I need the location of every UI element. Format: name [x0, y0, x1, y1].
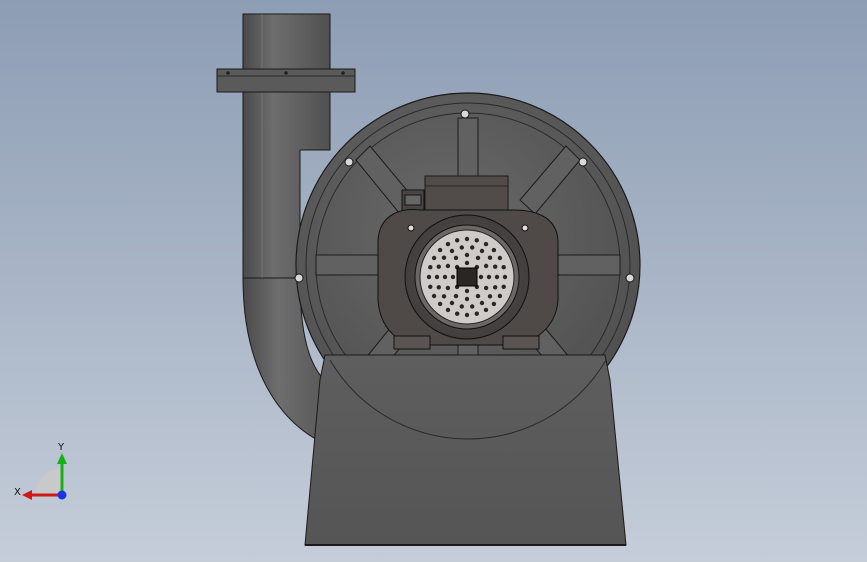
- vent-hole: [445, 285, 451, 291]
- vent-hole: [445, 241, 451, 247]
- vent-hole: [494, 274, 500, 280]
- vent-hole: [455, 311, 460, 316]
- vent-hole: [483, 285, 489, 291]
- cad-viewport[interactable]: Y X: [0, 0, 867, 562]
- y-axis-arrowhead: [57, 453, 67, 464]
- vent-hole: [442, 274, 448, 280]
- vent-hole: [501, 265, 506, 270]
- vent-hole: [459, 245, 464, 250]
- vent-hole: [491, 247, 497, 253]
- vent-hole: [453, 255, 459, 261]
- vent-hole: [483, 263, 489, 269]
- vent-hole: [445, 307, 451, 313]
- vent-hole: [449, 248, 455, 254]
- vent-hole: [441, 255, 447, 260]
- vent-hole: [502, 274, 508, 280]
- vent-hole: [426, 274, 432, 280]
- vent-hole: [470, 304, 475, 309]
- vent-hole: [455, 238, 460, 243]
- vent-hole: [453, 293, 459, 299]
- vent-hole: [475, 293, 481, 299]
- vent-hole: [464, 236, 470, 242]
- vent-hole: [464, 312, 470, 318]
- vent-hole: [475, 255, 481, 261]
- vent-hole: [437, 247, 443, 253]
- vent-hole: [487, 294, 493, 299]
- vent-hole: [474, 238, 479, 243]
- blower-fan-model[interactable]: [0, 0, 867, 562]
- vent-hole: [464, 288, 470, 294]
- vent-hole: [493, 264, 498, 269]
- vent-hole: [487, 255, 493, 260]
- vent-hole: [431, 293, 437, 299]
- vent-hole: [486, 274, 492, 280]
- vent-hole: [483, 307, 489, 313]
- vent-hole: [441, 294, 447, 299]
- vent-hole: [479, 300, 485, 306]
- vent-hole: [497, 255, 503, 261]
- y-axis-label: Y: [57, 442, 65, 453]
- vent-hole: [449, 300, 455, 306]
- vent-hole: [431, 255, 437, 261]
- vent-hole: [428, 265, 433, 270]
- vent-hole: [483, 241, 489, 247]
- vent-hole: [459, 304, 464, 309]
- vent-hole: [437, 301, 443, 307]
- vent-hole: [501, 284, 506, 289]
- vent-hole: [436, 264, 441, 269]
- z-axis-indicator: [57, 490, 67, 500]
- vent-hole: [479, 248, 485, 254]
- vent-hole: [450, 274, 456, 280]
- vent-hole: [478, 274, 484, 280]
- x-axis-label: X: [14, 487, 21, 498]
- vent-hole: [464, 252, 470, 258]
- axis-triad: Y X: [14, 442, 67, 500]
- vent-hole: [434, 274, 440, 280]
- vent-hole: [474, 311, 479, 316]
- outlet-flange: [216, 68, 356, 93]
- vent-hole: [470, 245, 475, 250]
- vent-hole: [491, 301, 497, 307]
- base-pedestal: [304, 354, 627, 546]
- vent-hole: [493, 285, 498, 290]
- x-axis-arrowhead: [22, 490, 32, 500]
- vent-hole: [464, 260, 470, 266]
- vent-hole: [428, 284, 433, 289]
- vent-hole: [445, 263, 451, 269]
- vent-hole: [436, 285, 441, 290]
- vent-hole: [464, 296, 470, 302]
- vent-hole: [497, 293, 503, 299]
